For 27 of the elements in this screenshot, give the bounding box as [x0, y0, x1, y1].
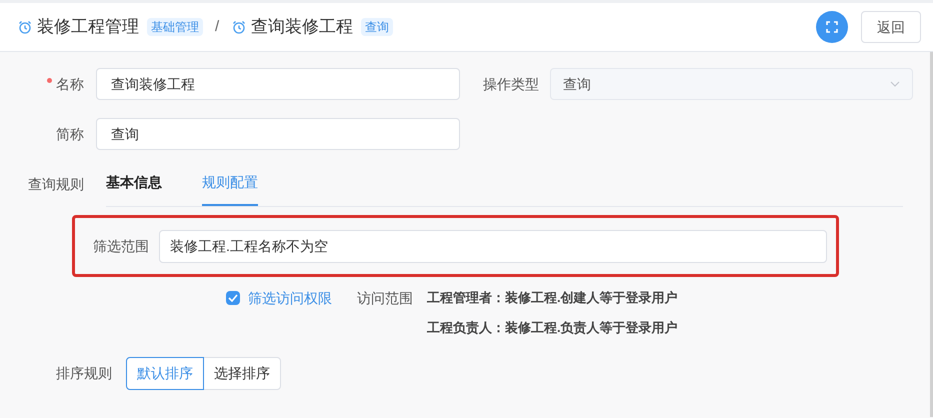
back-button[interactable]: 返回 [861, 11, 921, 43]
tab[interactable]: 基本信息 [106, 160, 162, 206]
field-label: 访问范围 [357, 289, 413, 308]
check-icon [228, 294, 238, 302]
breadcrumb-tag: 基础管理 [147, 18, 203, 36]
field-label: 查询规则 [28, 175, 84, 194]
short-name-field[interactable]: 查询 [96, 118, 460, 150]
filter-scope-field[interactable]: 装修工程.工程名称不为空 [159, 230, 827, 262]
fullscreen-button[interactable] [816, 11, 848, 43]
breadcrumb-separator: / [215, 16, 220, 37]
breadcrumb-link[interactable]: 装修工程管理 [37, 14, 139, 40]
breadcrumb-link[interactable]: 查询装修工程 [251, 14, 354, 40]
field-label: 简称 [56, 124, 84, 144]
alarm-clock-icon [17, 19, 33, 35]
chevron-down-icon [890, 81, 900, 87]
breadcrumb-tag: 查询 [361, 18, 394, 36]
sort-option[interactable]: 选择排序 [203, 357, 281, 390]
access-rule: 工程管理者：装修工程.创建人等于登录用户 [427, 289, 678, 307]
field-label: 筛选范围 [93, 236, 150, 256]
name-field[interactable]: 查询装修工程 [96, 68, 460, 100]
alarm-clock-icon [231, 19, 248, 35]
field-label: 操作类型 [483, 74, 540, 94]
field-label: 名称 [56, 74, 84, 94]
checkbox[interactable] [226, 291, 240, 305]
access-rule: 工程负责人：装修工程.负责人等于登录用户 [427, 319, 678, 337]
fullscreen-icon [826, 21, 838, 33]
field-label: 排序规则 [56, 364, 113, 383]
